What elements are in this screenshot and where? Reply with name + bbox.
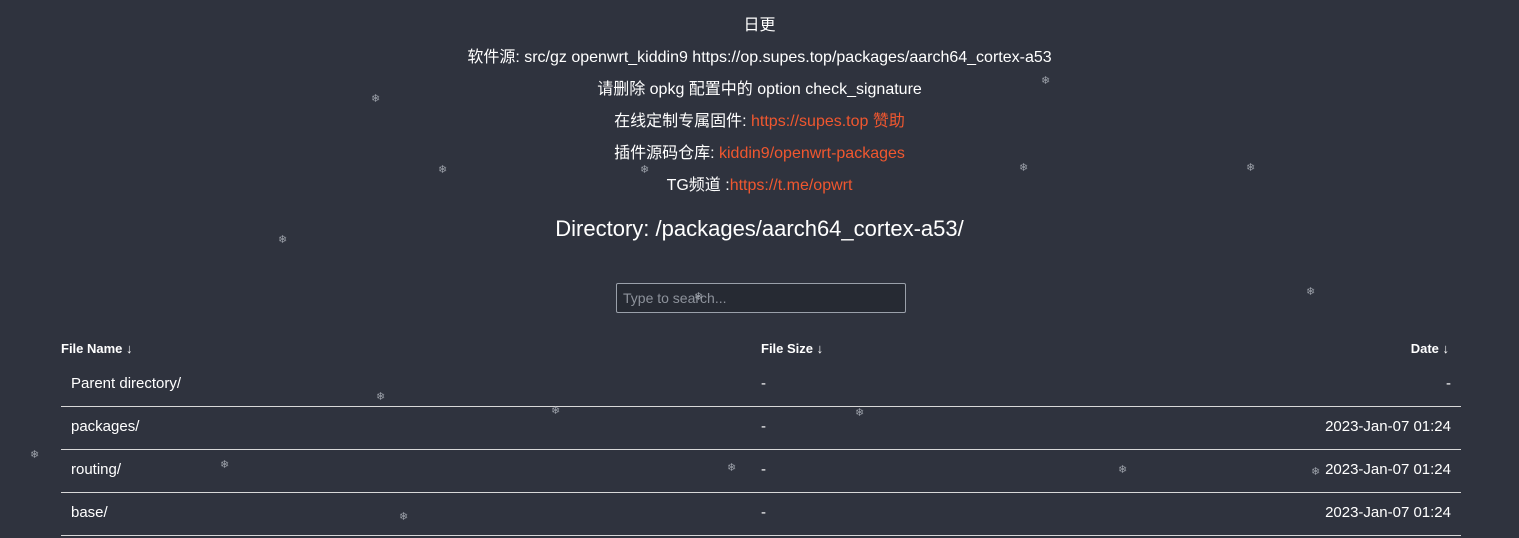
file-table: File Name ↓ File Size ↓ Date ↓ Parent di… bbox=[61, 336, 1461, 536]
file-name-link[interactable]: routing/ bbox=[71, 461, 121, 478]
snowflake-icon: ❄ bbox=[30, 449, 40, 461]
table-header: File Name ↓ File Size ↓ Date ↓ bbox=[61, 336, 1461, 364]
file-date: 2023-Jan-07 01:24 bbox=[1325, 504, 1451, 521]
sort-by-date-header[interactable]: Date ↓ bbox=[1411, 341, 1449, 356]
directory-title: Directory: /packages/aarch64_cortex-a53/ bbox=[555, 216, 964, 241]
file-date: 2023-Jan-07 01:24 bbox=[1325, 418, 1451, 435]
table-row: routing/ - 2023-Jan-07 01:24 bbox=[61, 450, 1461, 493]
file-size: - bbox=[761, 504, 766, 521]
custom-firmware-link[interactable]: https://supes.top bbox=[751, 113, 868, 130]
sponsor-link[interactable]: 赞助 bbox=[873, 113, 905, 130]
sort-by-name-header[interactable]: File Name ↓ bbox=[61, 341, 133, 356]
file-name-link[interactable]: base/ bbox=[71, 504, 108, 521]
custom-firmware-label: 在线定制专属固件: bbox=[614, 113, 752, 130]
telegram-channel-label: TG频道 : bbox=[666, 177, 730, 194]
directory-listing-page: 日更 软件源: src/gz openwrt_kiddin9 https://o… bbox=[0, 0, 1519, 538]
software-source-line: 软件源: src/gz openwrt_kiddin9 https://op.s… bbox=[467, 49, 1052, 66]
signature-note: 请删除 opkg 配置中的 option check_signature bbox=[597, 81, 922, 98]
plugin-repo-label: 插件源码仓库: bbox=[614, 145, 719, 162]
file-name-link[interactable]: packages/ bbox=[71, 418, 139, 435]
file-size: - bbox=[761, 461, 766, 478]
telegram-channel-link[interactable]: https://t.me/opwrt bbox=[730, 177, 853, 194]
telegram-channel-line: TG频道 :https://t.me/opwrt bbox=[0, 171, 1519, 195]
sort-by-size-header[interactable]: File Size ↓ bbox=[761, 341, 823, 356]
update-frequency-note: 日更 bbox=[743, 17, 776, 34]
search-input[interactable] bbox=[616, 283, 906, 313]
plugin-repo-link[interactable]: kiddin9/openwrt-packages bbox=[719, 145, 905, 162]
snowflake-icon: ❄ bbox=[1306, 286, 1316, 298]
file-date: 2023-Jan-07 01:24 bbox=[1325, 461, 1451, 478]
file-size: - bbox=[761, 418, 766, 435]
table-row: packages/ - 2023-Jan-07 01:24 bbox=[61, 407, 1461, 450]
table-row: Parent directory/ - - bbox=[61, 364, 1461, 407]
file-date: - bbox=[1446, 375, 1451, 392]
plugin-repo-line: 插件源码仓库: kiddin9/openwrt-packages bbox=[0, 139, 1519, 163]
custom-firmware-line: 在线定制专属固件: https://supes.top 赞助 bbox=[0, 107, 1519, 131]
file-name-link[interactable]: Parent directory/ bbox=[71, 375, 181, 392]
table-row: base/ - 2023-Jan-07 01:24 bbox=[61, 493, 1461, 536]
file-size: - bbox=[761, 375, 766, 392]
